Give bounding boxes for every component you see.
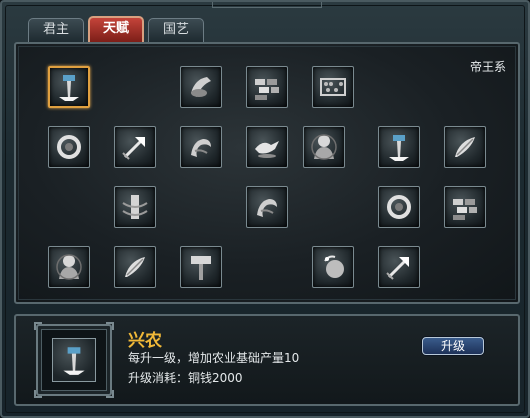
globe-icon bbox=[324, 255, 344, 278]
skill-slot[interactable] bbox=[114, 126, 156, 168]
skill-slot[interactable] bbox=[48, 66, 90, 108]
feather-icon bbox=[455, 137, 475, 157]
upgrade-cost: 升级消耗：铜钱2000 bbox=[128, 371, 243, 385]
bricks-icon bbox=[453, 199, 477, 220]
arrow-icon bbox=[386, 257, 409, 280]
skill-slot[interactable] bbox=[378, 186, 420, 228]
tab-monarch[interactable]: 君主 bbox=[28, 18, 84, 42]
dragon-icon bbox=[257, 199, 277, 217]
skill-slot[interactable] bbox=[312, 246, 354, 288]
monk-icon bbox=[311, 134, 337, 160]
dragon-icon bbox=[191, 139, 211, 157]
skill-description: 每升一级，增加农业基础产量10 bbox=[128, 351, 300, 365]
skill-slot[interactable] bbox=[444, 126, 486, 168]
hammer-icon bbox=[191, 256, 211, 280]
hoe-icon bbox=[59, 75, 79, 101]
skill-slot[interactable] bbox=[378, 246, 420, 288]
skill-slot[interactable] bbox=[303, 126, 345, 168]
dove-icon bbox=[255, 141, 279, 158]
abacus-icon bbox=[320, 78, 346, 96]
top-ornament bbox=[212, 2, 322, 8]
frame-corner bbox=[106, 390, 114, 398]
hoe-icon bbox=[389, 135, 409, 161]
skill-slot[interactable] bbox=[246, 66, 288, 108]
skill-slot[interactable] bbox=[180, 126, 222, 168]
talent-window: 君主 天赋 国艺 帝王系 兴农 每升一级，增加农业基础产量10 升级消耗：铜钱2… bbox=[0, 0, 530, 418]
bricks-icon bbox=[255, 79, 279, 100]
tab-bar: 君主 天赋 国艺 bbox=[28, 16, 204, 42]
frame-corner bbox=[34, 390, 42, 398]
upgrade-button[interactable]: 升级 bbox=[422, 337, 484, 355]
skill-slot[interactable] bbox=[114, 246, 156, 288]
skill-slot[interactable] bbox=[444, 186, 486, 228]
skill-info-panel: 兴农 每升一级，增加农业基础产量10 升级消耗：铜钱2000 升级 bbox=[14, 314, 520, 406]
skill-slot[interactable] bbox=[180, 66, 222, 108]
tab-talent[interactable]: 天赋 bbox=[88, 16, 144, 42]
skill-slot[interactable] bbox=[180, 246, 222, 288]
talent-tree-panel: 帝王系 bbox=[14, 42, 520, 304]
skill-slot[interactable] bbox=[378, 126, 420, 168]
skill-slot[interactable] bbox=[48, 246, 90, 288]
frame-corner bbox=[106, 322, 114, 330]
skill-name: 兴农 bbox=[128, 331, 162, 351]
monk-icon bbox=[56, 254, 82, 280]
arrow-icon bbox=[122, 137, 145, 160]
skill-slot[interactable] bbox=[246, 126, 288, 168]
hoe-icon bbox=[52, 338, 96, 382]
frame-corner bbox=[34, 322, 42, 330]
skill-slot[interactable] bbox=[246, 186, 288, 228]
selected-skill-frame bbox=[34, 322, 114, 398]
skill-slot[interactable] bbox=[114, 186, 156, 228]
skill-slot[interactable] bbox=[312, 66, 354, 108]
tab-national-arts[interactable]: 国艺 bbox=[148, 18, 204, 42]
hand-scroll-icon bbox=[191, 77, 211, 97]
skill-slot[interactable] bbox=[48, 126, 90, 168]
ring-icon bbox=[57, 135, 81, 159]
pillar-icon bbox=[122, 195, 148, 219]
faction-label: 帝王系 bbox=[469, 60, 506, 74]
hoe-icon bbox=[63, 347, 85, 375]
feather-icon bbox=[125, 257, 145, 277]
ring-icon bbox=[387, 195, 411, 219]
